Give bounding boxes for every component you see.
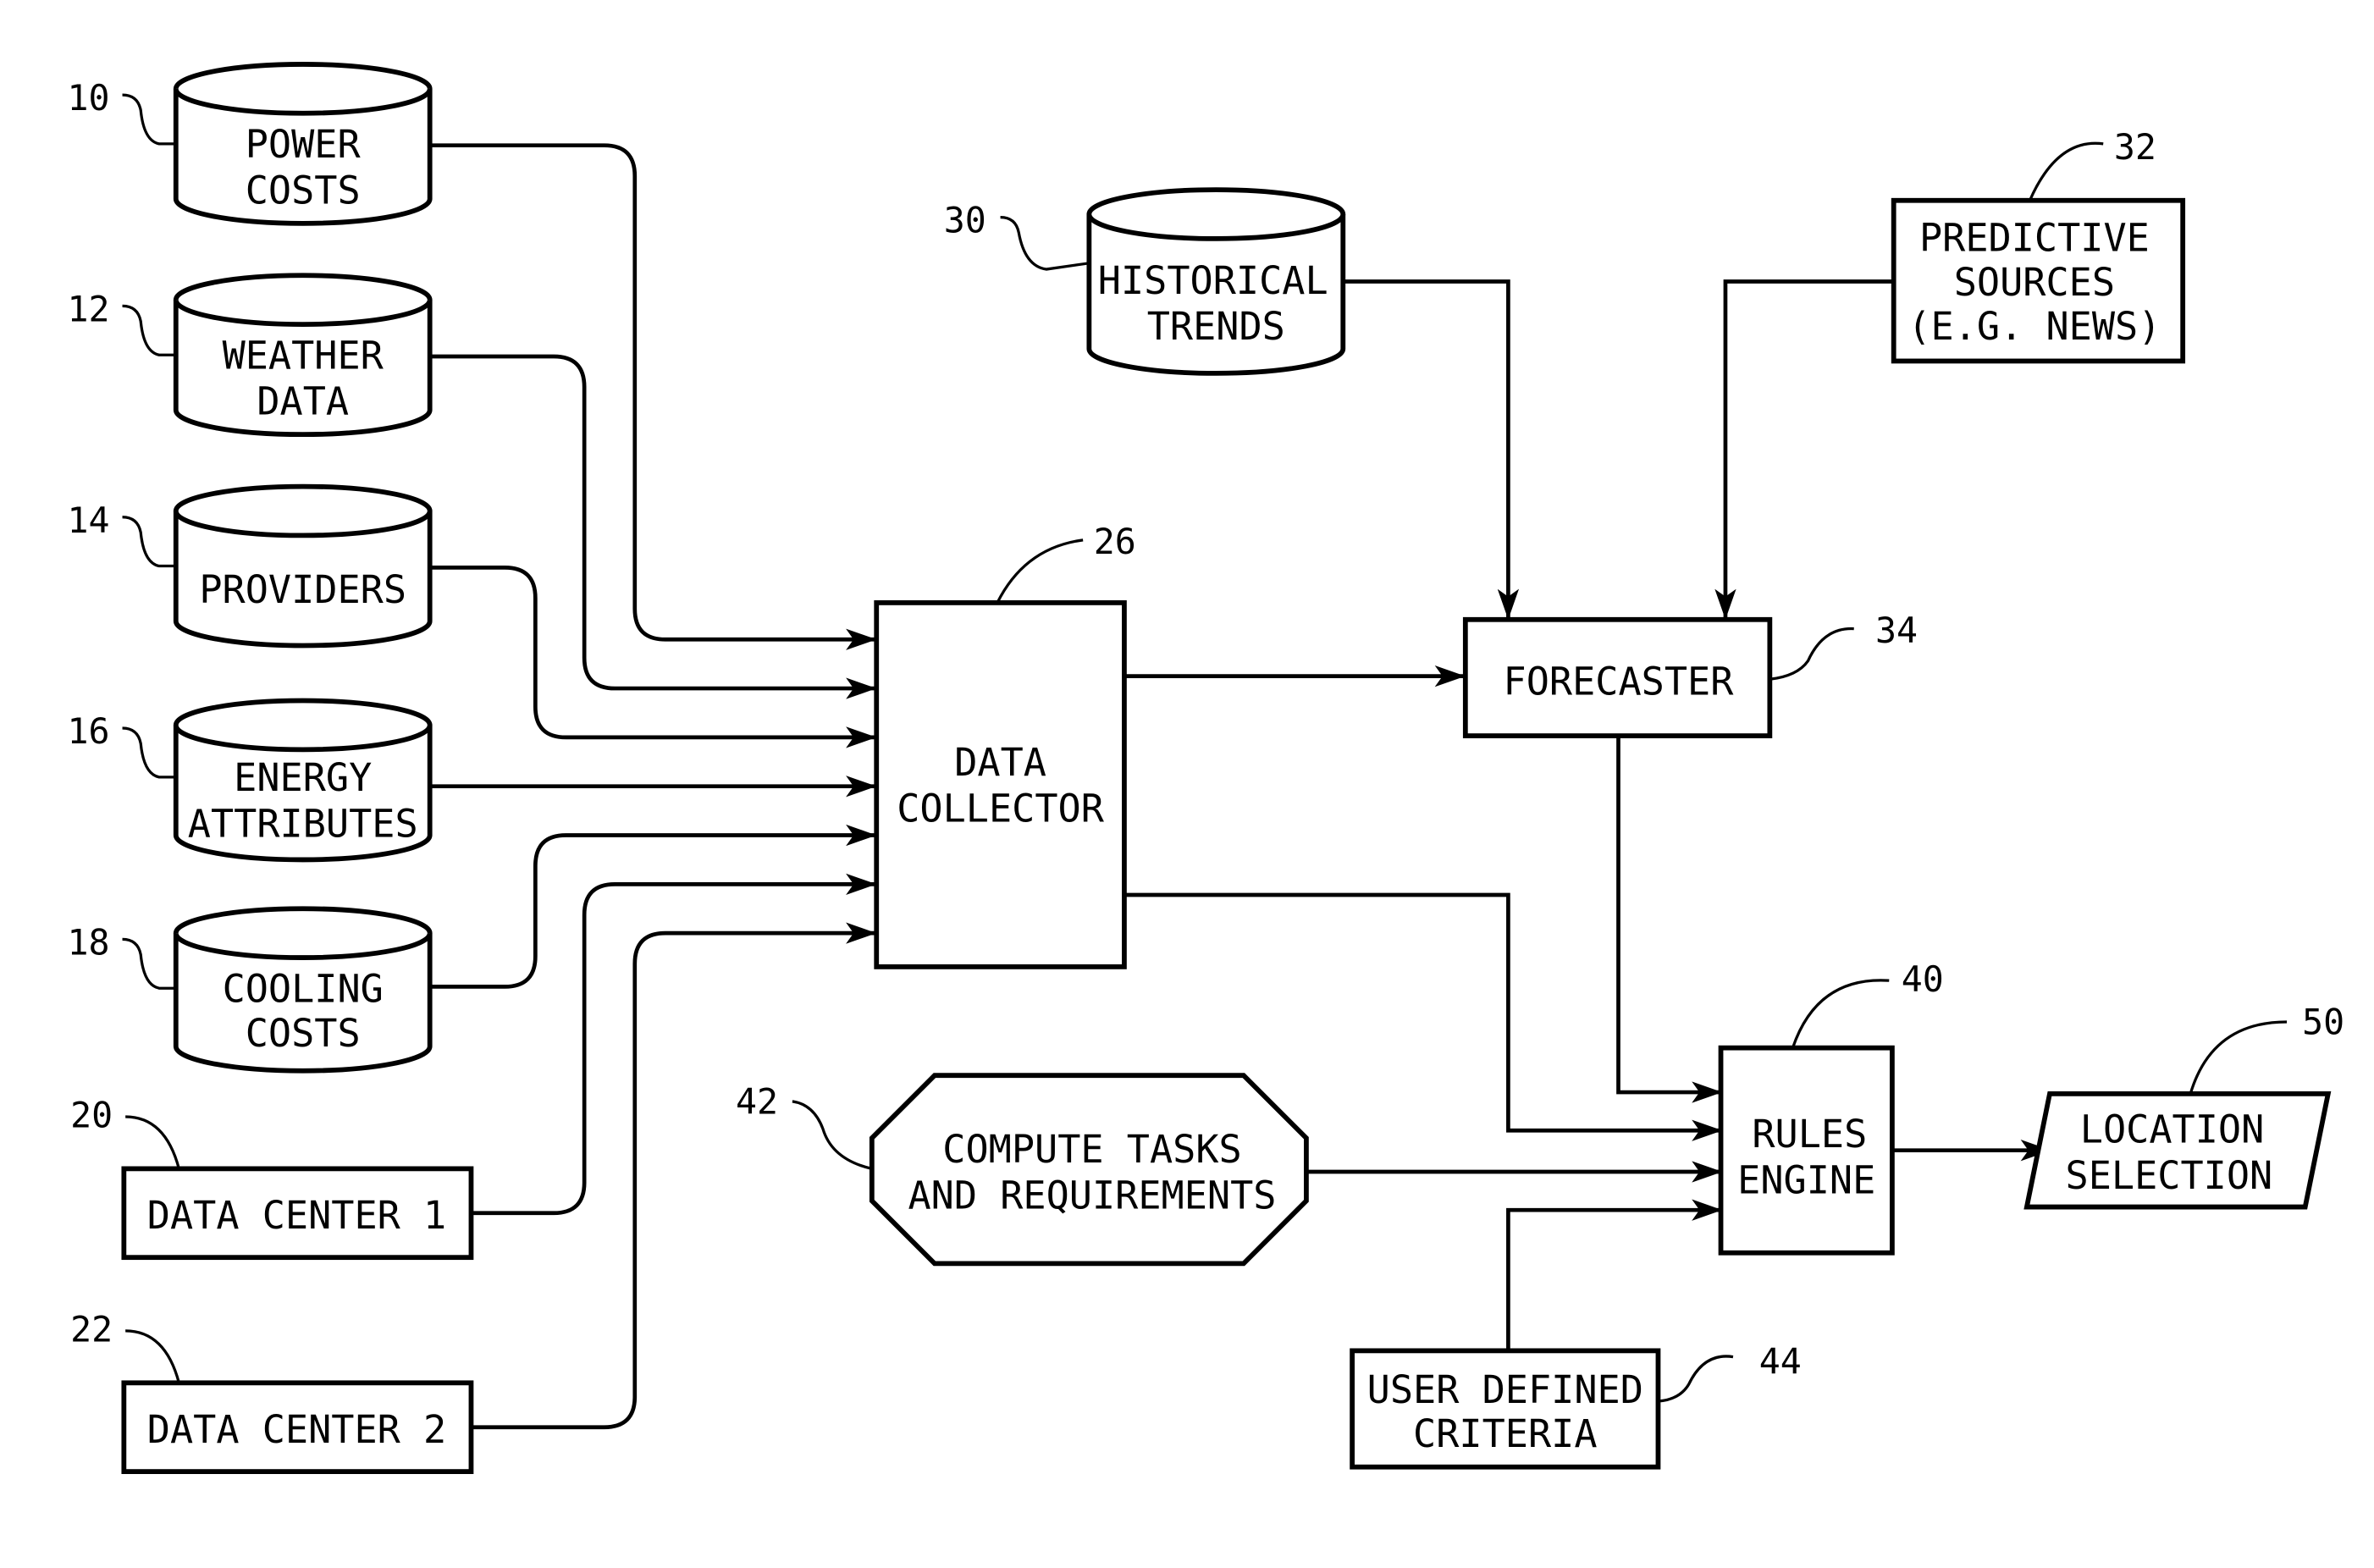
- edge-providers-to-collector: [431, 566, 877, 748]
- node-compute-tasks: COMPUTE TASKS AND REQUIREMENTS 42: [736, 1073, 1309, 1267]
- node-label: SELECTION: [2066, 1153, 2273, 1198]
- diagram-canvas: POWER COSTS 10 WEATHER DATA 12 PROVIDERS…: [67, 62, 2344, 1475]
- edge-dc2-to-collector: [471, 922, 877, 1430]
- node-label: POWER: [246, 122, 362, 167]
- node-label: DATA: [257, 379, 349, 424]
- edge-criteria-to-rules: [1506, 1199, 1723, 1351]
- leader-line: [122, 516, 176, 568]
- leader-line: [122, 726, 176, 779]
- reference-numeral: 32: [2114, 126, 2156, 168]
- node-label: COLLECTOR: [897, 786, 1104, 831]
- node-label: COMPUTE TASKS: [942, 1127, 1241, 1172]
- leader-line: [996, 538, 1084, 604]
- reference-numeral: 34: [1875, 610, 1918, 651]
- node-location-selection: LOCATION SELECTION 50: [2023, 1001, 2344, 1210]
- edge-forecaster-to-rules: [1616, 737, 1723, 1103]
- reference-numeral: 50: [2302, 1001, 2344, 1042]
- node-data-collector: DATA COLLECTOR 26: [874, 521, 1136, 969]
- reference-numeral: 26: [1094, 521, 1136, 562]
- leader-line: [2189, 1020, 2288, 1095]
- reference-numeral: 12: [67, 288, 109, 329]
- node-label: HISTORICAL: [1098, 258, 1328, 303]
- node-label: AND REQUIREMENTS: [908, 1173, 1276, 1217]
- node-label: ENERGY: [234, 755, 372, 800]
- reference-numeral: 20: [70, 1095, 113, 1136]
- leader-line: [122, 937, 176, 990]
- node-label: (E.G. NEWS): [1907, 304, 2161, 349]
- node-energy-attributes: ENERGY ATTRIBUTES 16: [67, 698, 433, 863]
- node-historical-trends: HISTORICAL TRENDS 30: [944, 187, 1346, 376]
- node-forecaster: FORECASTER 34: [1462, 610, 1918, 738]
- reference-numeral: 14: [67, 500, 109, 541]
- leader-line: [1658, 1355, 1734, 1403]
- node-label: ENGINE: [1737, 1157, 1875, 1202]
- node-data-center-2: DATA CENTER 2 22: [70, 1309, 474, 1475]
- edge-historical-to-forecaster: [1343, 279, 1520, 620]
- leader-line: [125, 1115, 180, 1169]
- node-data-center-1: DATA CENTER 1 20: [70, 1095, 474, 1261]
- node-label: COOLING: [223, 966, 384, 1011]
- node-power-costs: POWER COSTS 10: [67, 62, 433, 226]
- leader-line: [1791, 979, 1890, 1049]
- node-weather-data: WEATHER DATA 12: [67, 273, 433, 438]
- leader-line: [122, 93, 176, 146]
- node-predictive-sources: PREDICTIVE SOURCES (E.G. NEWS) 32: [1891, 126, 2186, 364]
- node-label: USER DEFINED: [1367, 1367, 1643, 1412]
- node-label: COSTS: [246, 1011, 361, 1056]
- node-providers: PROVIDERS 14: [67, 483, 433, 649]
- leader-line: [125, 1329, 180, 1383]
- reference-numeral: 30: [944, 200, 986, 241]
- leader-line: [1769, 627, 1854, 681]
- node-user-criteria: USER DEFINED CRITERIA 44: [1350, 1340, 1802, 1470]
- edge-predictive-to-forecaster: [1714, 279, 1894, 620]
- node-label: ATTRIBUTES: [188, 801, 418, 846]
- reference-numeral: 10: [67, 77, 109, 119]
- edge-cooling-to-collector: [431, 824, 877, 989]
- node-label: RULES: [1752, 1112, 1867, 1157]
- node-label: LOCATION: [2080, 1107, 2265, 1152]
- leader-line: [122, 304, 176, 356]
- node-label: FORECASTER: [1504, 659, 1735, 704]
- reference-numeral: 42: [736, 1080, 778, 1122]
- edge-power-costs-to-collector: [431, 143, 877, 650]
- node-label: COSTS: [246, 168, 361, 213]
- reference-numeral: 44: [1759, 1340, 1802, 1382]
- reference-numeral: 16: [67, 710, 109, 752]
- node-label: TRENDS: [1147, 304, 1285, 349]
- node-rules-engine: RULES ENGINE 40: [1718, 958, 1944, 1256]
- node-cooling-costs: COOLING COSTS 18: [67, 906, 433, 1074]
- node-label: SOURCES: [1954, 260, 2115, 305]
- node-label: DATA CENTER 1: [147, 1193, 446, 1238]
- reference-numeral: 18: [67, 921, 109, 963]
- node-label: DATA: [954, 740, 1046, 785]
- node-label: PROVIDERS: [199, 567, 406, 612]
- reference-numeral: 22: [70, 1309, 113, 1350]
- node-label: PREDICTIVE: [1919, 215, 2150, 260]
- node-label: CRITERIA: [1413, 1411, 1598, 1456]
- node-label: DATA CENTER 2: [147, 1407, 446, 1452]
- leader-line: [1000, 215, 1090, 271]
- node-label: WEATHER: [223, 333, 384, 378]
- reference-numeral: 40: [1902, 958, 1944, 1000]
- leader-line: [792, 1100, 873, 1170]
- leader-line: [2029, 141, 2104, 202]
